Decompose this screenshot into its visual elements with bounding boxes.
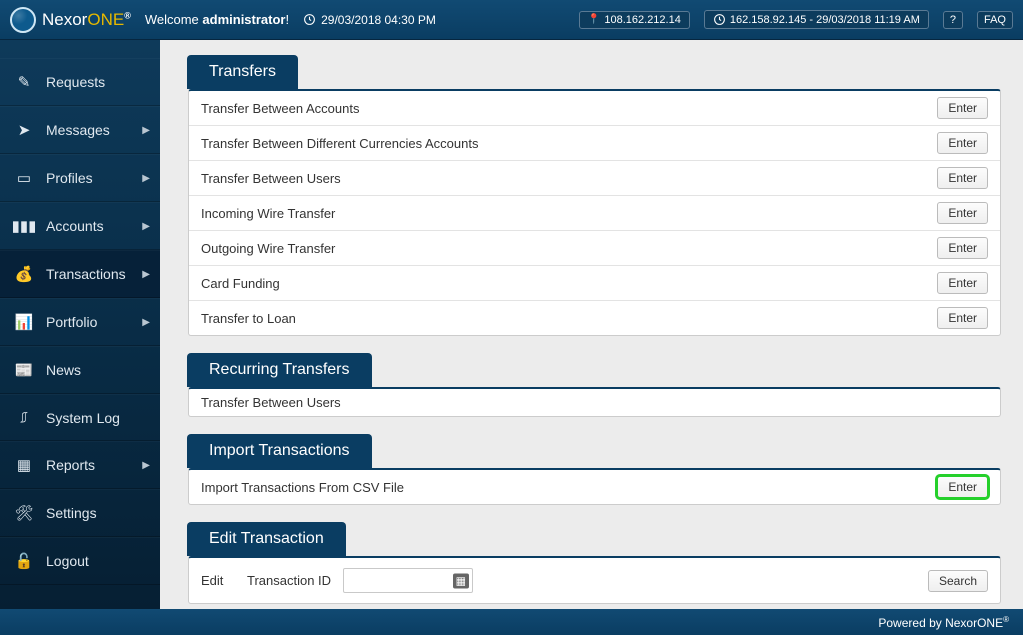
profiles-icon: ▭ [14,169,34,187]
sidebar-item-accounts[interactable]: ▮▮▮ Accounts ▶ [0,202,160,250]
sidebar-item-profiles[interactable]: ▭ Profiles ▶ [0,154,160,202]
footer: Powered by NexorONE® [0,609,1023,635]
list-row-label: Transfer Between Different Currencies Ac… [201,136,937,151]
request-icon: ✎ [14,73,34,91]
sidebar-item-label: Requests [46,74,105,90]
sidebar-item-label: System Log [46,410,120,426]
sidebar-item-label: News [46,362,81,378]
section-recurring-title: Recurring Transfers [187,353,372,387]
sidebar-item-label: Transactions [46,266,126,282]
reports-icon: ▦ [14,456,34,474]
sidebar-item-news[interactable]: 📰 News [0,346,160,394]
welcome-text: Welcome administrator! [145,12,289,27]
sidebar-item-label: Messages [46,122,110,138]
pin-icon: 📍 [588,14,600,25]
sidebar: ✎ Requests ➤ Messages ▶ ▭ Profiles ▶ ▮▮▮ Accounts… [0,40,160,609]
section-edit: Edit Transaction Edit Transaction ID ▦ S… [188,523,1001,604]
list-row: Transfer Between UsersEnter [189,161,1000,196]
systemlog-icon: ⎎ [14,409,34,426]
chevron-right-icon: ▶ [142,460,150,471]
list-row: Transfer Between AccountsEnter [189,91,1000,126]
topbar: NexorONE® Welcome administrator! 29/03/2… [0,0,1023,40]
sidebar-item-logout[interactable]: 🔓 Logout [0,537,160,585]
edit-row: Edit Transaction ID ▦ Search [189,558,1000,603]
sidebar-item-label: Accounts [46,218,104,234]
list-row: Transfer Between Different Currencies Ac… [189,126,1000,161]
search-button[interactable]: Search [928,570,988,592]
news-icon: 📰 [14,361,34,379]
sidebar-item-label: Settings [46,505,97,521]
brand-logo[interactable]: NexorONE® [10,7,131,33]
content-area: Transfers Transfer Between AccountsEnter… [160,40,1023,609]
section-import: Import Transactions Import Transactions … [188,435,1001,505]
enter-button[interactable]: Enter [937,272,988,294]
sidebar-item-label: Portfolio [46,314,97,330]
brand-text: NexorONE® [42,10,131,30]
enter-button[interactable]: Enter [937,202,988,224]
list-row: Import Transactions From CSV FileEnter [189,470,1000,504]
server-datetime: 29/03/2018 04:30 PM [303,13,436,27]
list-row-label: Incoming Wire Transfer [201,206,937,221]
enter-button[interactable]: Enter [937,307,988,329]
clock-icon [303,13,316,26]
list-row-label: Transfer to Loan [201,311,937,326]
current-ip-badge[interactable]: 📍 108.162.212.14 [579,11,690,29]
transactions-icon: 💰 [14,265,34,283]
list-row-label: Transfer Between Users [201,395,988,410]
clock-icon [713,13,726,26]
list-row-label: Transfer Between Accounts [201,101,937,116]
logout-icon: 🔓 [14,552,34,570]
logo-swirl-icon [10,7,36,33]
sidebar-item-messages[interactable]: ➤ Messages ▶ [0,106,160,154]
transaction-id-label: Transaction ID [247,573,331,588]
list-row: Outgoing Wire TransferEnter [189,231,1000,266]
chevron-right-icon: ▶ [142,221,150,232]
portfolio-icon: 📊 [14,313,34,331]
previous-ip-badge[interactable]: 162.158.92.145 - 29/03/2018 11:19 AM [704,10,929,29]
settings-icon: 🛠 [14,504,34,522]
faq-button[interactable]: FAQ [977,11,1013,29]
list-row-label: Transfer Between Users [201,171,937,186]
powered-by: Powered by NexorONE® [878,615,1009,630]
sidebar-item-label: Logout [46,553,89,569]
section-transfers-title: Transfers [187,55,298,89]
section-transfers: Transfers Transfer Between AccountsEnter… [188,56,1001,336]
enter-button[interactable]: Enter [937,97,988,119]
list-row: Incoming Wire TransferEnter [189,196,1000,231]
list-row-label: Card Funding [201,276,937,291]
enter-button[interactable]: Enter [937,476,988,498]
sidebar-item-reports[interactable]: ▦ Reports ▶ [0,441,160,489]
list-row-label: Outgoing Wire Transfer [201,241,937,256]
list-row-label: Import Transactions From CSV File [201,480,937,495]
list-row: Transfer to LoanEnter [189,301,1000,335]
section-recurring: Recurring Transfers Transfer Between Use… [188,354,1001,417]
sidebar-item-label: Profiles [46,170,93,186]
list-row: Card FundingEnter [189,266,1000,301]
sidebar-item-requests[interactable]: ✎ Requests [0,58,160,106]
chevron-right-icon: ▶ [142,317,150,328]
list-row: Transfer Between Users [189,389,1000,416]
sidebar-item-settings[interactable]: 🛠 Settings [0,489,160,537]
sidebar-item-system-log[interactable]: ⎎ System Log [0,394,160,441]
enter-button[interactable]: Enter [937,167,988,189]
enter-button[interactable]: Enter [937,132,988,154]
enter-button[interactable]: Enter [937,237,988,259]
help-button[interactable]: ? [943,11,963,29]
section-edit-title: Edit Transaction [187,522,346,556]
chevron-right-icon: ▶ [142,173,150,184]
accounts-icon: ▮▮▮ [14,217,34,235]
chevron-right-icon: ▶ [142,269,150,280]
sidebar-item-label: Reports [46,457,95,473]
edit-label: Edit [201,573,235,588]
chevron-right-icon: ▶ [142,125,150,136]
messages-icon: ➤ [14,121,34,139]
keypad-icon[interactable]: ▦ [453,573,469,588]
sidebar-item-transactions[interactable]: 💰 Transactions ▶ [0,250,160,298]
section-import-title: Import Transactions [187,434,372,468]
sidebar-item-portfolio[interactable]: 📊 Portfolio ▶ [0,298,160,346]
